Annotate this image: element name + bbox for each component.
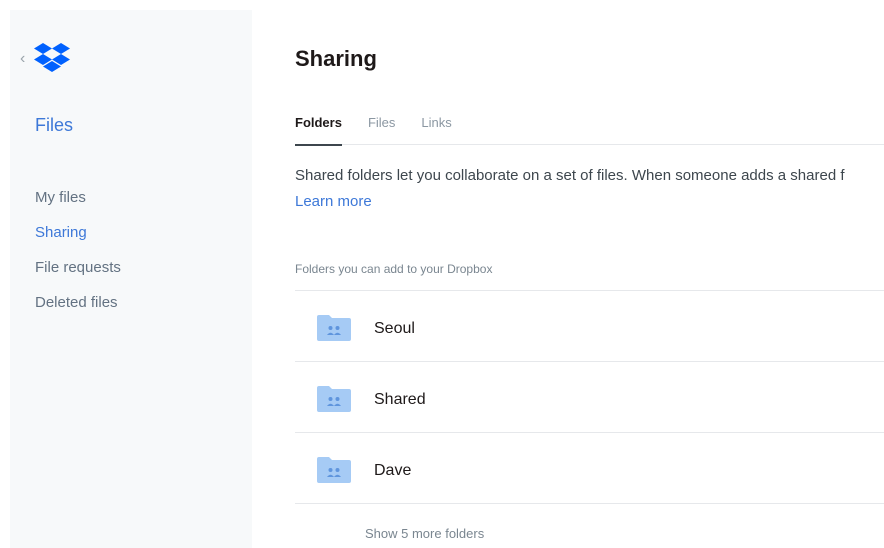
folder-row[interactable]: Dave <box>295 433 884 504</box>
tab-files[interactable]: Files <box>368 114 395 145</box>
folder-name: Shared <box>374 391 426 408</box>
page-title: Sharing <box>295 46 377 71</box>
folder-row[interactable]: Shared <box>295 362 884 433</box>
folder-name: Dave <box>374 462 412 479</box>
folder-row[interactable]: Seoul <box>295 291 884 362</box>
main-content: Sharing Folders Files Links Shared folde… <box>295 0 884 548</box>
shared-folder-icon <box>317 315 351 341</box>
show-more-folders-button[interactable]: Show 5 more folders <box>365 525 484 543</box>
sidebar-item-my-files[interactable]: My files <box>35 180 121 215</box>
sidebar-item-sharing[interactable]: Sharing <box>35 215 121 250</box>
folder-name: Seoul <box>374 320 415 337</box>
chevron-left-icon[interactable]: ‹ <box>20 51 25 67</box>
sharing-description: Shared folders let you collaborate on a … <box>295 167 845 184</box>
shared-folder-icon <box>317 457 351 483</box>
tab-links[interactable]: Links <box>421 114 451 145</box>
folders-caption: Folders you can add to your Dropbox <box>295 262 493 276</box>
folder-list: Seoul Shared Dave <box>295 290 884 504</box>
sidebar-nav: My files Sharing File requests Deleted f… <box>35 180 121 320</box>
sidebar-section-title[interactable]: Files <box>35 114 73 136</box>
sidebar-item-file-requests[interactable]: File requests <box>35 250 121 285</box>
tab-bar: Folders Files Links <box>295 114 884 146</box>
learn-more-link[interactable]: Learn more <box>295 192 372 212</box>
sidebar: ‹ Files My files Sharing File requests D… <box>10 10 252 548</box>
dropbox-logo-icon[interactable] <box>34 42 70 74</box>
tab-folders[interactable]: Folders <box>295 114 342 146</box>
sidebar-item-deleted-files[interactable]: Deleted files <box>35 285 121 320</box>
shared-folder-icon <box>317 386 351 412</box>
